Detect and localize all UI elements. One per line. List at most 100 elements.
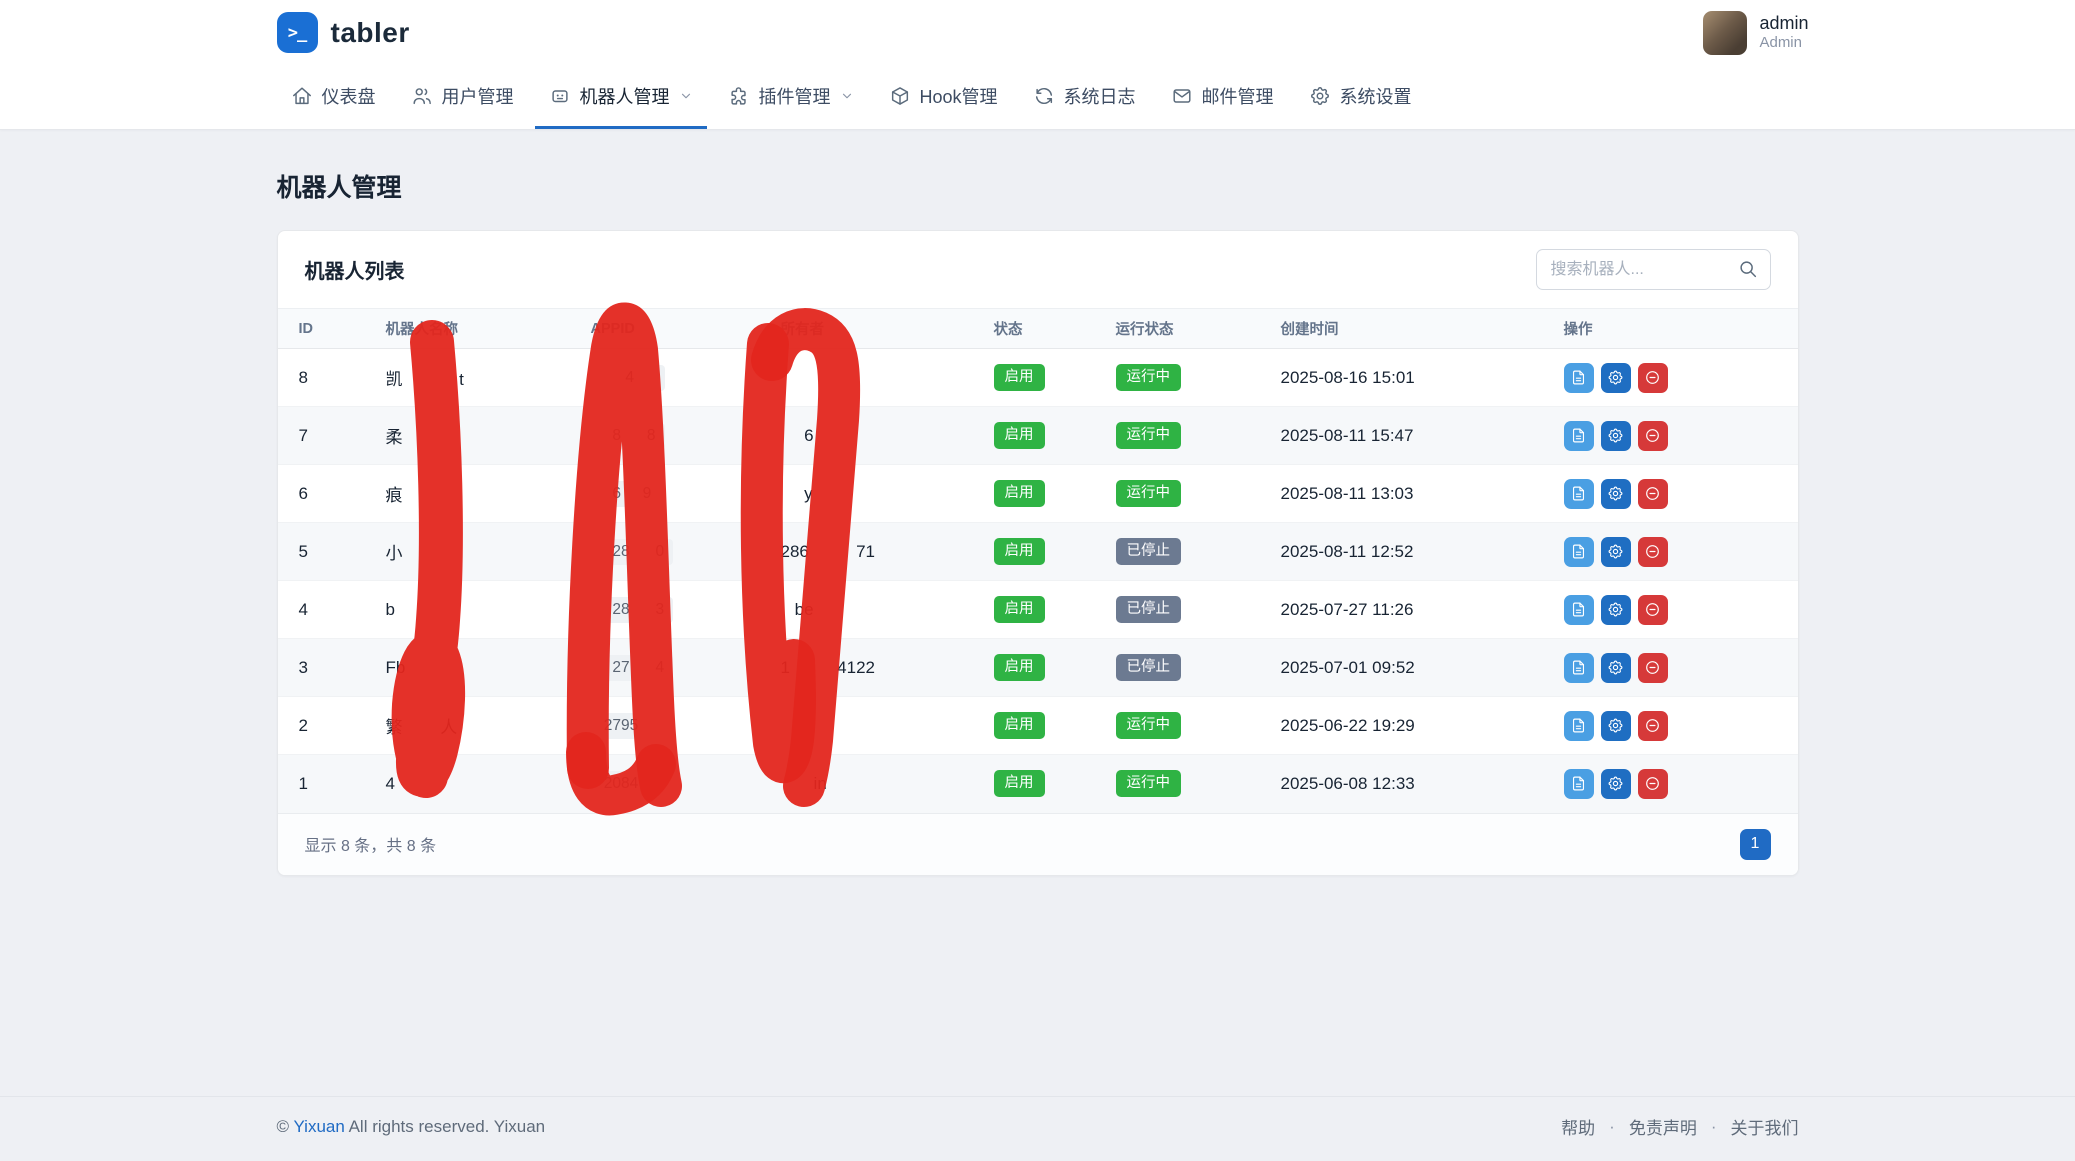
run-status-badge: 已停止 (1116, 538, 1182, 565)
robot-icon (549, 85, 571, 107)
brand-logo[interactable]: >_ tabler (277, 12, 410, 53)
row-actions (1564, 653, 1779, 683)
nav-item-label: 用户管理 (442, 83, 514, 109)
table-row[interactable]: 5 小 28 0 286 71 启用 已停止 2025-08-11 12:52 (278, 523, 1799, 581)
disable-button[interactable] (1638, 769, 1668, 799)
run-status-badge: 运行中 (1116, 770, 1182, 797)
nav-item-robot[interactable]: 机器人管理 (535, 65, 707, 129)
cell-robot-name: b (365, 581, 570, 639)
appid-chip: 8 8 (591, 423, 665, 449)
footer-link-0[interactable]: 帮助 (1561, 1114, 1595, 1139)
run-status-badge: 已停止 (1116, 654, 1182, 681)
settings-button[interactable] (1601, 769, 1631, 799)
mail-icon (1171, 85, 1193, 107)
settings-button[interactable] (1601, 595, 1631, 625)
robot-list-card: 机器人列表 ID机器人名称APPID所有者状态运行状态创建时间操作 8 凯 t … (277, 230, 1799, 876)
cell-robot-name: 痕 (365, 465, 570, 523)
cell-robot-name: 4 (365, 755, 570, 813)
copyright: © Yixuan All rights reserved. Yixuan (277, 1117, 546, 1137)
status-badge: 启用 (994, 480, 1045, 507)
disable-button[interactable] (1638, 711, 1668, 741)
column-header: APPID (570, 309, 760, 349)
pagination: 1 (1740, 829, 1771, 860)
footer-link-2[interactable]: 关于我们 (1731, 1114, 1799, 1139)
table-row[interactable]: 6 痕 6 9 y 启用 运行中 2025-08-11 13:03 (278, 465, 1799, 523)
settings-button[interactable] (1601, 711, 1631, 741)
view-log-button[interactable] (1564, 537, 1594, 567)
disable-button[interactable] (1638, 653, 1668, 683)
settings-button[interactable] (1601, 421, 1631, 451)
nav-item-users[interactable]: 用户管理 (397, 65, 528, 129)
home-icon (291, 85, 313, 107)
column-header: 运行状态 (1095, 309, 1260, 349)
search-input[interactable] (1536, 249, 1771, 290)
table-row[interactable]: 2 繁 人 2795 启用 运行中 2025-06-22 19:29 (278, 697, 1799, 755)
row-actions (1564, 769, 1779, 799)
cell-id: 2 (278, 697, 365, 755)
separator: · (1711, 1117, 1717, 1137)
cell-id: 3 (278, 639, 365, 697)
nav-item-label: 插件管理 (759, 83, 831, 109)
row-actions (1564, 479, 1779, 509)
table-row[interactable]: 3 Fb 27 4 1 4122 启用 已停止 2025-07-01 09:52 (278, 639, 1799, 697)
nav-item-puzzle[interactable]: 插件管理 (714, 65, 868, 129)
disable-button[interactable] (1638, 595, 1668, 625)
nav-item-settings[interactable]: 系统设置 (1295, 65, 1426, 129)
nav-item-package[interactable]: Hook管理 (875, 65, 1012, 129)
disable-button[interactable] (1638, 363, 1668, 393)
disable-button[interactable] (1638, 421, 1668, 451)
settings-button[interactable] (1601, 479, 1631, 509)
search-icon[interactable] (1737, 258, 1759, 285)
page: >_ tabler admin Admin 仪表盘 用户管理 机器人管理 (0, 0, 2075, 1161)
cell-id: 6 (278, 465, 365, 523)
settings-button[interactable] (1601, 363, 1631, 393)
disable-button[interactable] (1638, 537, 1668, 567)
cell-robot-name: 凯 t (365, 349, 570, 407)
settings-button[interactable] (1601, 537, 1631, 567)
view-log-button[interactable] (1564, 363, 1594, 393)
column-header: 创建时间 (1260, 309, 1543, 349)
view-log-button[interactable] (1564, 595, 1594, 625)
column-header: 所有者 (760, 309, 973, 349)
nav-item-label: 邮件管理 (1202, 83, 1274, 109)
user-menu[interactable]: admin Admin (1703, 11, 1808, 55)
site-footer: © Yixuan All rights reserved. Yixuan 帮助 ·… (0, 1096, 2075, 1161)
status-badge: 启用 (994, 364, 1045, 391)
cell-owner: 286 71 (760, 523, 973, 581)
table-row[interactable]: 1 4 2084 in 启用 运行中 2025-06-08 12:33 (278, 755, 1799, 813)
table-row[interactable]: 4 b 28 3 be 启用 已停止 2025-07-27 11:26 (278, 581, 1799, 639)
footer-links: 帮助·免责声明·关于我们 (1561, 1114, 1798, 1139)
cell-created-at: 2025-07-27 11:26 (1260, 581, 1543, 639)
status-badge: 启用 (994, 654, 1045, 681)
table-row[interactable]: 8 凯 t 4 启用 运行中 2025-08-16 15:01 (278, 349, 1799, 407)
view-log-button[interactable] (1564, 653, 1594, 683)
nav-item-mail[interactable]: 邮件管理 (1157, 65, 1288, 129)
view-log-button[interactable] (1564, 421, 1594, 451)
users-icon (411, 85, 433, 107)
cell-owner: 6 (760, 407, 973, 465)
appid-chip: 2084 (591, 771, 674, 797)
footer-link-1[interactable]: 免责声明 (1629, 1114, 1697, 1139)
status-badge: 启用 (994, 422, 1045, 449)
copyright-link[interactable]: Yixuan (293, 1117, 344, 1136)
cell-created-at: 2025-06-22 19:29 (1260, 697, 1543, 755)
appid-chip: 27 4 (591, 655, 674, 681)
view-log-button[interactable] (1564, 711, 1594, 741)
disable-button[interactable] (1638, 479, 1668, 509)
nav-item-home[interactable]: 仪表盘 (277, 65, 390, 129)
cell-id: 1 (278, 755, 365, 813)
table-row[interactable]: 7 柔 8 8 6 启用 运行中 2025-08-11 15:47 (278, 407, 1799, 465)
run-status-badge: 运行中 (1116, 422, 1182, 449)
view-log-button[interactable] (1564, 769, 1594, 799)
cell-created-at: 2025-08-16 15:01 (1260, 349, 1543, 407)
settings-icon (1309, 85, 1331, 107)
nav-item-refresh[interactable]: 系统日志 (1019, 65, 1150, 129)
logo-glyph: >_ (288, 23, 306, 43)
user-role: Admin (1759, 34, 1808, 53)
view-log-button[interactable] (1564, 479, 1594, 509)
package-icon (889, 85, 911, 107)
settings-button[interactable] (1601, 653, 1631, 683)
nav-item-label: 仪表盘 (322, 83, 376, 109)
column-header: 状态 (973, 309, 1095, 349)
page-button-1[interactable]: 1 (1740, 829, 1771, 860)
